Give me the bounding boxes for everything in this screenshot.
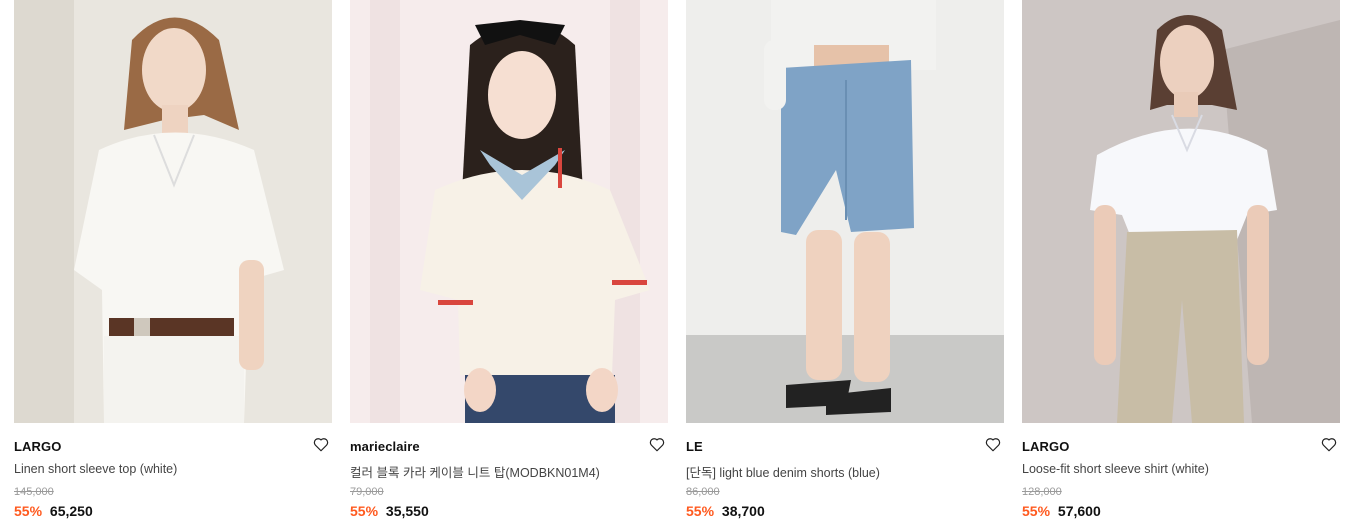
product-info: LE [단독] light blue denim shorts (blue) 8… — [686, 423, 1004, 530]
heart-outline-icon[interactable] — [312, 435, 330, 453]
discount-rate: 55% — [1022, 503, 1051, 519]
product-info: marieclaire 컬러 블록 카라 케이블 니트 탑(MODBKN01M4… — [350, 423, 668, 530]
heart-outline-icon[interactable] — [984, 435, 1002, 453]
product-name[interactable]: Loose-fit short sleeve shirt (white) — [1022, 462, 1209, 476]
product-grid: LARGO Linen short sleeve top (white) 145… — [0, 0, 1349, 530]
brand-name[interactable]: LARGO — [1022, 439, 1069, 454]
product-info: LARGO Loose-fit short sleeve shirt (whit… — [1022, 423, 1340, 530]
original-price: 86,000 — [686, 486, 720, 498]
product-image[interactable] — [14, 0, 332, 423]
price-line: 55% 38,700 — [686, 503, 765, 519]
original-price: 79,000 — [350, 486, 384, 498]
brand-name[interactable]: LE — [686, 439, 703, 454]
sale-price: 57,600 — [1057, 503, 1101, 519]
product-card[interactable]: marieclaire 컬러 블록 카라 케이블 니트 탑(MODBKN01M4… — [350, 0, 668, 530]
heart-outline-icon[interactable] — [1320, 435, 1338, 453]
product-info: LARGO Linen short sleeve top (white) 145… — [14, 423, 332, 530]
discount-rate: 55% — [14, 503, 43, 519]
discount-rate: 55% — [686, 503, 715, 519]
product-card[interactable]: LARGO Loose-fit short sleeve shirt (whit… — [1022, 0, 1340, 530]
heart-outline-icon[interactable] — [648, 435, 666, 453]
price-line: 55% 65,250 — [14, 503, 93, 519]
product-card[interactable]: LARGO Linen short sleeve top (white) 145… — [14, 0, 332, 530]
product-name[interactable]: 컬러 블록 카라 케이블 니트 탑(MODBKN01M4) — [350, 462, 600, 481]
price-line: 55% 57,600 — [1022, 503, 1101, 519]
product-image[interactable] — [686, 0, 1004, 423]
product-image[interactable] — [1022, 0, 1340, 423]
price-line: 55% 35,550 — [350, 503, 429, 519]
product-name[interactable]: [단독] light blue denim shorts (blue) — [686, 462, 880, 481]
product-card[interactable]: LE [단독] light blue denim shorts (blue) 8… — [686, 0, 1004, 530]
sale-price: 65,250 — [49, 503, 93, 519]
original-price: 145,000 — [14, 486, 54, 498]
discount-rate: 55% — [350, 503, 379, 519]
brand-name[interactable]: LARGO — [14, 439, 61, 454]
product-name[interactable]: Linen short sleeve top (white) — [14, 462, 177, 476]
sale-price: 35,550 — [385, 503, 429, 519]
brand-name[interactable]: marieclaire — [350, 439, 420, 454]
sale-price: 38,700 — [721, 503, 765, 519]
original-price: 128,000 — [1022, 486, 1062, 498]
product-image[interactable] — [350, 0, 668, 423]
